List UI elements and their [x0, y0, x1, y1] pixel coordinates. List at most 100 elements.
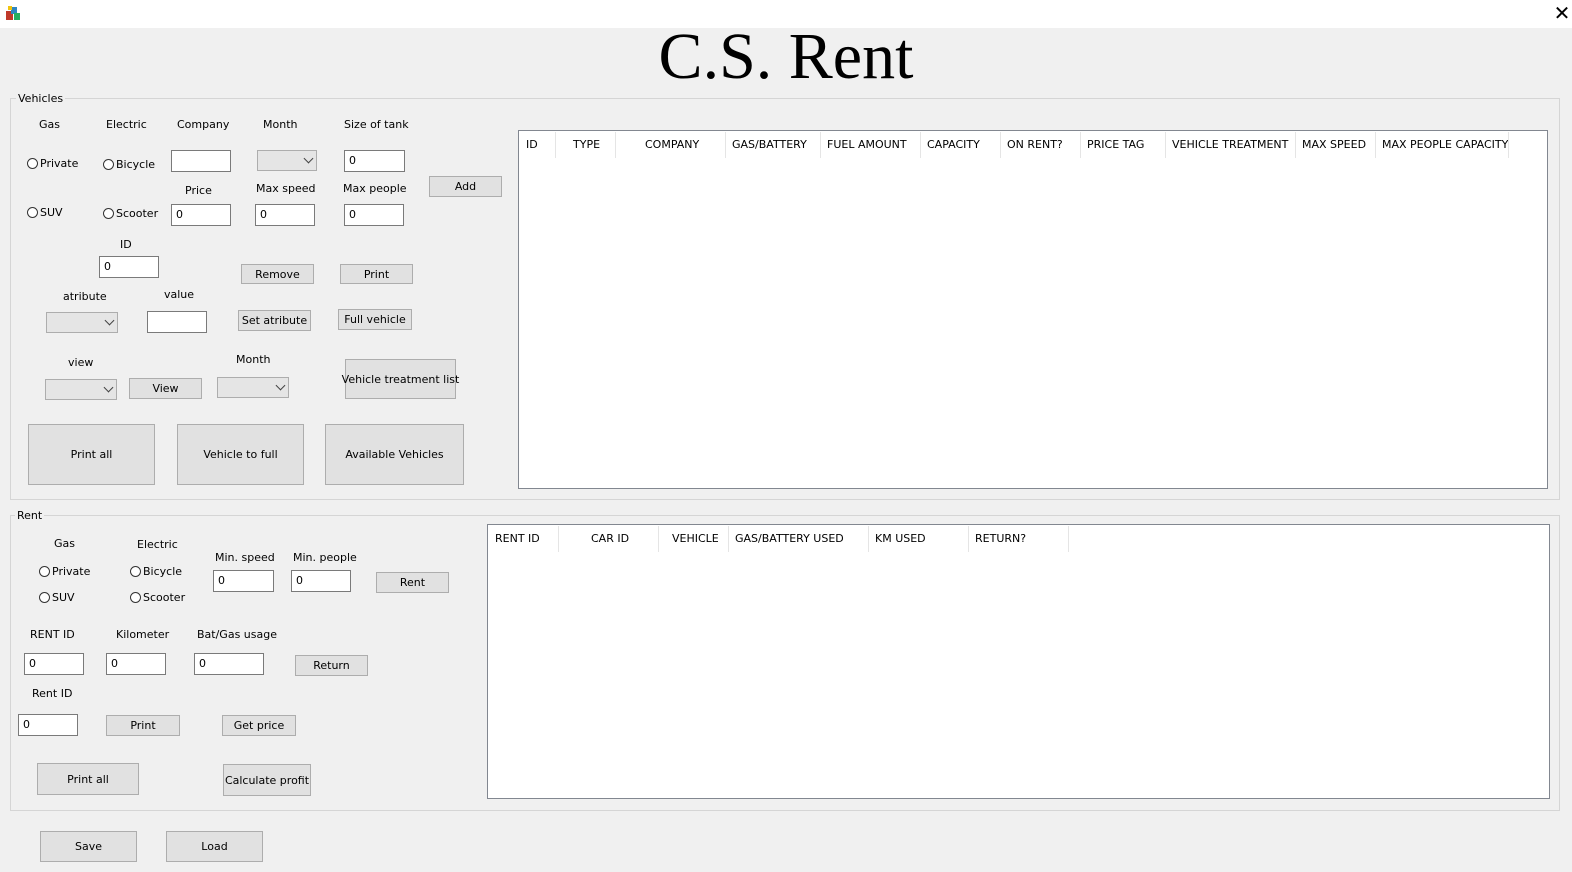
bat-gas-usage-input[interactable]: 0	[194, 653, 264, 675]
radio-bicycle-label: Bicycle	[116, 158, 156, 171]
rent-id-input[interactable]: 0	[24, 653, 84, 675]
company-label: Company	[177, 118, 230, 131]
atribute-dropdown[interactable]	[46, 312, 118, 333]
rent-radio-suv[interactable]: SUV	[39, 591, 75, 604]
rent-radio-bicycle[interactable]: Bicycle	[130, 565, 182, 578]
table-column-header[interactable]: RETURN?	[969, 526, 1069, 552]
rent-radio-bicycle-circle[interactable]	[130, 566, 141, 577]
vehicle-to-full-button[interactable]: Vehicle to full	[177, 424, 304, 485]
rent-radio-scooter-label: Scooter	[143, 591, 186, 604]
chevron-down-icon	[275, 380, 286, 391]
value-input[interactable]	[147, 311, 207, 333]
rent-radio-suv-circle[interactable]	[39, 592, 50, 603]
rent-radio-private-circle[interactable]	[39, 566, 50, 577]
remove-button[interactable]: Remove	[241, 264, 314, 284]
table-column-header[interactable]: KM USED	[869, 526, 969, 552]
min-speed-input[interactable]: 0	[213, 570, 274, 592]
vehicles-table-header: ID TYPE COMPANY GAS/BATTERY FUEL AMOUNT …	[520, 132, 1509, 158]
radio-suv-circle[interactable]	[27, 207, 38, 218]
rent-radio-private[interactable]: Private	[39, 565, 90, 578]
save-button[interactable]: Save	[40, 831, 137, 862]
close-icon[interactable]: ✕	[1551, 2, 1572, 24]
min-speed-label: Min. speed	[215, 551, 275, 564]
radio-private[interactable]: Private	[27, 157, 78, 170]
radio-scooter-circle[interactable]	[103, 208, 114, 219]
return-button[interactable]: Return	[295, 655, 368, 676]
max-speed-label: Max speed	[256, 182, 316, 195]
print-vehicle-button[interactable]: Print	[340, 264, 413, 284]
bat-gas-usage-label: Bat/Gas usage	[197, 628, 277, 641]
price-label: Price	[185, 184, 212, 197]
month-label: Month	[263, 118, 298, 131]
vehicles-group-label: Vehicles	[16, 92, 66, 106]
rent-radio-private-label: Private	[52, 565, 91, 578]
rent-radio-scooter-circle[interactable]	[130, 592, 141, 603]
radio-suv[interactable]: SUV	[27, 206, 63, 219]
id-input[interactable]: 0	[99, 256, 159, 278]
radio-bicycle-circle[interactable]	[103, 159, 114, 170]
table-column-header[interactable]: ID	[520, 132, 556, 158]
print-all-vehicles-button[interactable]: Print all	[28, 424, 155, 485]
month-dropdown[interactable]	[257, 150, 317, 171]
view-button[interactable]: View	[129, 378, 202, 399]
vehicle-treatment-list-button[interactable]: Vehicle treatment list	[342, 359, 459, 399]
radio-bicycle[interactable]: Bicycle	[103, 158, 155, 171]
load-button[interactable]: Load	[166, 831, 263, 862]
table-column-header[interactable]: VEHICLE TREATMENT	[1166, 132, 1296, 158]
kilometer-label: Kilometer	[116, 628, 170, 641]
rent-radio-bicycle-label: Bicycle	[143, 565, 183, 578]
radio-suv-label: SUV	[40, 206, 63, 219]
vehicles-table[interactable]: ID TYPE COMPANY GAS/BATTERY FUEL AMOUNT …	[518, 130, 1548, 489]
price-input[interactable]: 0	[171, 204, 231, 226]
size-of-tank-label: Size of tank	[344, 118, 409, 131]
table-column-header[interactable]: MAX PEOPLE CAPACITY	[1376, 132, 1509, 158]
min-people-label: Min. people	[293, 551, 357, 564]
rent-radio-suv-label: SUV	[52, 591, 75, 604]
table-column-header[interactable]: ON RENT?	[1001, 132, 1081, 158]
view-dropdown[interactable]	[45, 379, 117, 400]
set-atribute-button[interactable]: Set atribute	[238, 310, 311, 331]
gas-label: Gas	[39, 118, 60, 131]
rent-gas-label: Gas	[54, 537, 75, 550]
electric-label: Electric	[106, 118, 147, 131]
calculate-profit-button[interactable]: Calculate profit	[223, 764, 311, 796]
table-column-header[interactable]: CAR ID	[559, 526, 659, 552]
kilometer-input[interactable]: 0	[106, 653, 166, 675]
radio-private-label: Private	[40, 157, 79, 170]
rent-id2-input[interactable]: 0	[18, 714, 78, 736]
print-all-rent-button[interactable]: Print all	[37, 763, 139, 795]
table-column-header[interactable]: GAS/BATTERY USED	[729, 526, 869, 552]
table-column-header[interactable]: PRICE TAG	[1081, 132, 1166, 158]
rent-radio-scooter[interactable]: Scooter	[130, 591, 185, 604]
rent-button[interactable]: Rent	[376, 572, 449, 593]
table-column-header[interactable]: FUEL AMOUNT	[821, 132, 921, 158]
table-column-header[interactable]: MAX SPEED	[1296, 132, 1376, 158]
table-column-header[interactable]: CAPACITY	[921, 132, 1001, 158]
rent-table[interactable]: RENT ID CAR ID VEHICLE GAS/BATTERY USED …	[487, 524, 1550, 799]
radio-scooter-label: Scooter	[116, 207, 159, 220]
max-speed-input[interactable]: 0	[255, 204, 315, 226]
radio-scooter[interactable]: Scooter	[103, 207, 158, 220]
company-input[interactable]	[171, 150, 231, 172]
app-icon	[5, 5, 21, 21]
get-price-button[interactable]: Get price	[222, 715, 296, 736]
add-button[interactable]: Add	[429, 176, 502, 197]
size-of-tank-input[interactable]: 0	[344, 150, 405, 172]
app-title: C.S. Rent	[658, 20, 914, 93]
min-people-input[interactable]: 0	[291, 570, 351, 592]
rent-group-label: Rent	[15, 509, 45, 523]
rent-electric-label: Electric	[137, 538, 178, 551]
table-column-header[interactable]: VEHICLE	[659, 526, 729, 552]
available-vehicles-button[interactable]: Available Vehicles	[325, 424, 464, 485]
month2-dropdown[interactable]	[217, 377, 289, 398]
table-column-header[interactable]: GAS/BATTERY	[726, 132, 821, 158]
radio-private-circle[interactable]	[27, 158, 38, 169]
table-column-header[interactable]: COMPANY	[616, 132, 726, 158]
table-column-header[interactable]: RENT ID	[489, 526, 559, 552]
print-rent-button[interactable]: Print	[106, 715, 180, 736]
max-people-input[interactable]: 0	[344, 204, 404, 226]
view-label: view	[68, 356, 94, 369]
table-column-header[interactable]: TYPE	[556, 132, 616, 158]
rent-table-header: RENT ID CAR ID VEHICLE GAS/BATTERY USED …	[489, 526, 1069, 552]
full-vehicle-button[interactable]: Full vehicle	[338, 309, 412, 330]
